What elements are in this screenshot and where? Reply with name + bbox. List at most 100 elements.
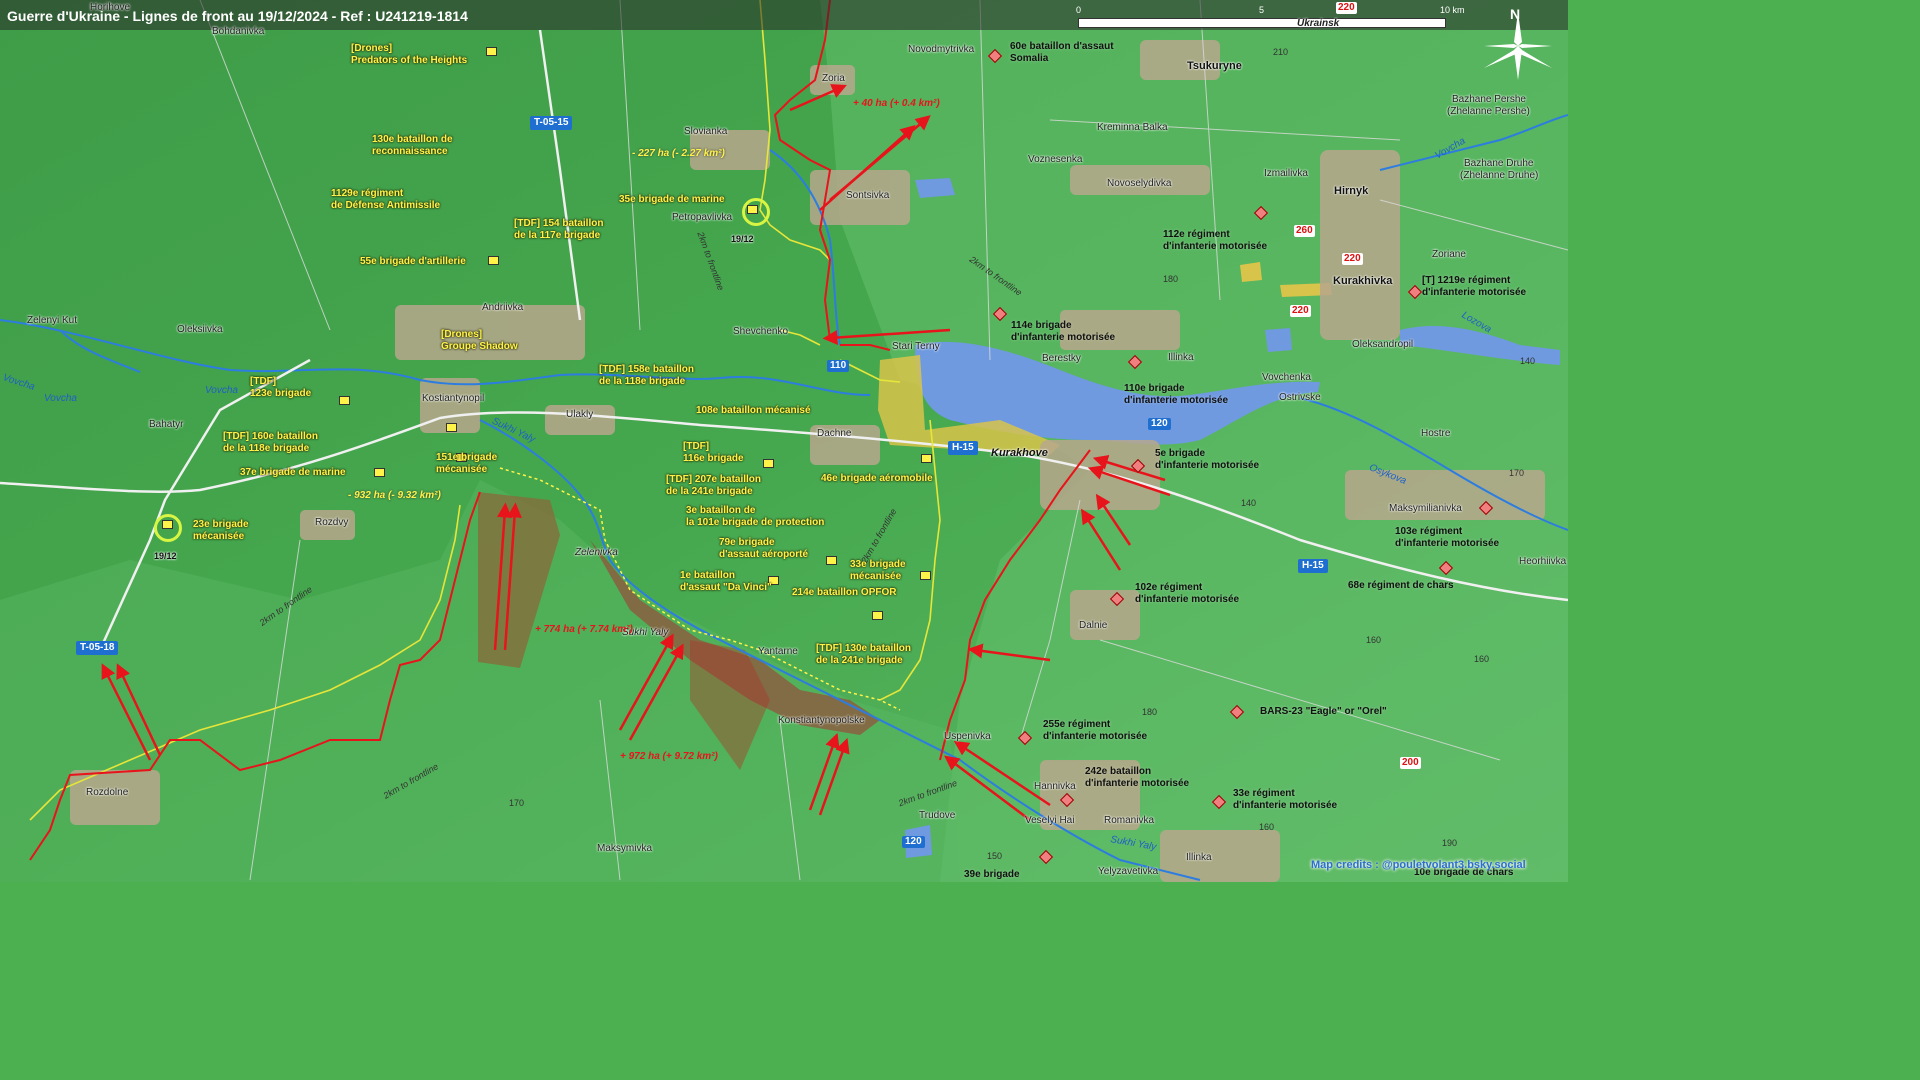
town-ostrivske: Ostrivske: [1279, 392, 1321, 403]
town-kostiantynopil: Kostiantynopil: [422, 393, 485, 404]
ua-unit-label: 35e brigade de marine: [619, 194, 725, 205]
town-dachne: Dachne: [817, 428, 852, 439]
ua-unit-icon[interactable]: [872, 611, 883, 620]
ua-unit-icon[interactable]: [763, 459, 774, 468]
ua-unit-icon[interactable]: [920, 571, 931, 580]
elevation-label: 160: [1366, 635, 1382, 645]
ua-unit-label: 130e bataillon de reconnaissance: [372, 134, 453, 157]
ua-unit-icon[interactable]: [486, 47, 497, 56]
ua-unit-icon[interactable]: [374, 468, 385, 477]
ru-unit-label: BARS-23 "Eagle" or "Orel": [1260, 706, 1387, 717]
town-zelenivka: Zelenivka: [575, 547, 618, 558]
ua-unit-icon[interactable]: [162, 520, 173, 529]
road-badge-t0515: T-05-15: [530, 116, 573, 130]
scale-label-10: 10 km: [1440, 5, 1465, 15]
town-zoriane: Zoriane: [1432, 249, 1466, 260]
town-hannivka: Hannivka: [1034, 781, 1076, 792]
ua-unit-label: 1e bataillon d'assaut "Da Vinci": [680, 570, 772, 593]
town-slovianka: Slovianka: [684, 126, 728, 137]
road-badge-t0518: T-05-18: [76, 641, 119, 655]
ru-unit-label: 242e bataillon d'infanterie motorisée: [1085, 766, 1190, 789]
road-badge-120: 120: [1148, 418, 1171, 430]
road-number-220: 220: [1336, 2, 1357, 14]
ru-unit-label: [T] 1219e régiment d'infanterie motorisé…: [1422, 275, 1527, 298]
elevation-label: 170: [1509, 468, 1525, 478]
town-maksymilianivka: Maksymilianivka: [1389, 503, 1462, 514]
town-rozdvy: Rozdvy: [315, 517, 349, 528]
ua-unit-label: [TDF] 154 bataillon de la 117e brigade: [514, 218, 604, 241]
town-novoselydivka: Novoselydivka: [1107, 178, 1172, 189]
town-sontsivka: Sontsivka: [846, 190, 890, 201]
town-illinka-south: Illinka: [1186, 852, 1212, 863]
town-rozdolne: Rozdolne: [86, 787, 129, 798]
elevation-label: 170: [509, 798, 525, 808]
town-konstiantynopolske: Konstiantynopolske: [778, 715, 865, 726]
ua-unit-icon[interactable]: [339, 396, 350, 405]
ua-unit-label: [Drones] Groupe Shadow: [441, 329, 518, 352]
ua-unit-icon[interactable]: [826, 556, 837, 565]
town-kurakhivka: Kurakhivka: [1333, 275, 1393, 287]
town-veselyi-hai: Veselyi Hai: [1025, 815, 1075, 826]
town-novodmytrivka: Novodmytrivka: [908, 44, 975, 55]
ua-unit-label: 3e bataillon de la 101e brigade de prote…: [686, 505, 825, 528]
road-number-220: 220: [1342, 253, 1363, 265]
ua-unit-icon[interactable]: [446, 423, 457, 432]
scale-region-label: Ukrainsk: [1297, 18, 1340, 29]
road-badge-h15: H-15: [1298, 559, 1328, 573]
ua-unit-label: 1129e régiment de Défense Antimissile: [331, 188, 441, 211]
ru-unit-label: 5e brigade d'infanterie motorisée: [1155, 448, 1260, 471]
town-yelyzavetivka: Yelyzavetivka: [1098, 866, 1159, 877]
capture-date-label: 19/12: [154, 551, 177, 561]
ua-unit-label: [TDF] 158e bataillon de la 118e brigade: [599, 364, 695, 387]
ru-unit-label: 39e brigade: [964, 869, 1020, 880]
ru-unit-label: 255e régiment d'infanterie motorisée: [1043, 719, 1148, 742]
ua-unit-icon[interactable]: [921, 454, 932, 463]
map-canvas[interactable]: Guerre d'Ukraine - Lignes de front au 19…: [0, 0, 1568, 882]
ua-unit-label: 33e brigade mécanisée: [850, 559, 906, 582]
town-zelenyi-kut: Zelenyi Kut: [27, 315, 78, 326]
town-heorhiivka: Heorhiivka: [1519, 556, 1567, 567]
town-petropavlivka: Petropavlivka: [672, 212, 733, 223]
scale-label-5: 5: [1259, 5, 1265, 15]
town-zoria: Zoria: [822, 73, 845, 84]
town-horihove: Horihove: [90, 2, 131, 13]
ua-unit-label: [TDF] 207e bataillon de la 241e brigade: [666, 474, 762, 497]
town-bahatyr: Bahatyr: [149, 419, 184, 430]
elevation-label: 160: [1259, 822, 1275, 832]
territory-change-gain: + 774 ha (+ 7.74 km²): [535, 624, 633, 635]
ua-unit-label: 214e bataillon OPFOR: [792, 587, 897, 598]
ua-unit-label: [Drones] Predators of the Heights: [351, 43, 468, 66]
ua-unit-label: 23e brigade mécanisée: [193, 519, 249, 542]
compass-north-label: N: [1510, 6, 1521, 22]
town-andriivka: Andriivka: [482, 302, 524, 313]
town-dalnie: Dalnie: [1079, 620, 1108, 631]
ru-unit-label: 60e bataillon d'assaut Somalia: [1010, 41, 1114, 64]
territory-change-loss: - 932 ha (- 9.32 km²): [348, 490, 441, 501]
road-badge-h15: H-15: [948, 441, 978, 455]
town-vovchenka: Vovchenka: [1262, 372, 1311, 383]
capture-date-label: 19/12: [731, 234, 754, 244]
town-shevchenko: Shevchenko: [733, 326, 789, 337]
ru-unit-label: 102e régiment d'infanterie motorisée: [1135, 582, 1240, 605]
map-credit[interactable]: Map credits : @pouletvolant3.bsky.social: [1311, 859, 1526, 871]
ru-unit-label: 114e brigade d'infanterie motorisée: [1011, 320, 1116, 343]
town-yantarne: Yantarne: [758, 646, 798, 657]
ru-unit-label: 33e régiment d'infanterie motorisée: [1233, 788, 1338, 811]
ua-unit-label: [TDF] 130e bataillon de la 241e brigade: [816, 643, 912, 666]
town-oleksiivka: Oleksiivka: [177, 324, 223, 335]
ua-unit-icon[interactable]: [747, 205, 758, 214]
elevation-label: 180: [1142, 707, 1158, 717]
ua-unit-label: 79e brigade d'assaut aéroporté: [719, 537, 809, 560]
road-number-200: 200: [1400, 757, 1421, 769]
town-kurakhove: Kurakhove: [991, 447, 1048, 459]
elevation-label: 210: [1273, 47, 1289, 57]
town-kreminna-balka: Kreminna Balka: [1097, 122, 1168, 133]
ru-unit-label: 110e brigade d'infanterie motorisée: [1124, 383, 1229, 406]
ua-unit-label: 46e brigade aéromobile: [821, 473, 933, 484]
elevation-label: 150: [987, 851, 1003, 861]
ua-unit-icon[interactable]: [488, 256, 499, 265]
town-oleksandropil: Oleksandropil: [1352, 339, 1414, 350]
ua-unit-label: 151e brigade mécanisée: [436, 452, 498, 475]
territory-change-gain: + 972 ha (+ 9.72 km²): [620, 751, 718, 762]
town-stari-terny: Stari Terny: [892, 341, 940, 352]
